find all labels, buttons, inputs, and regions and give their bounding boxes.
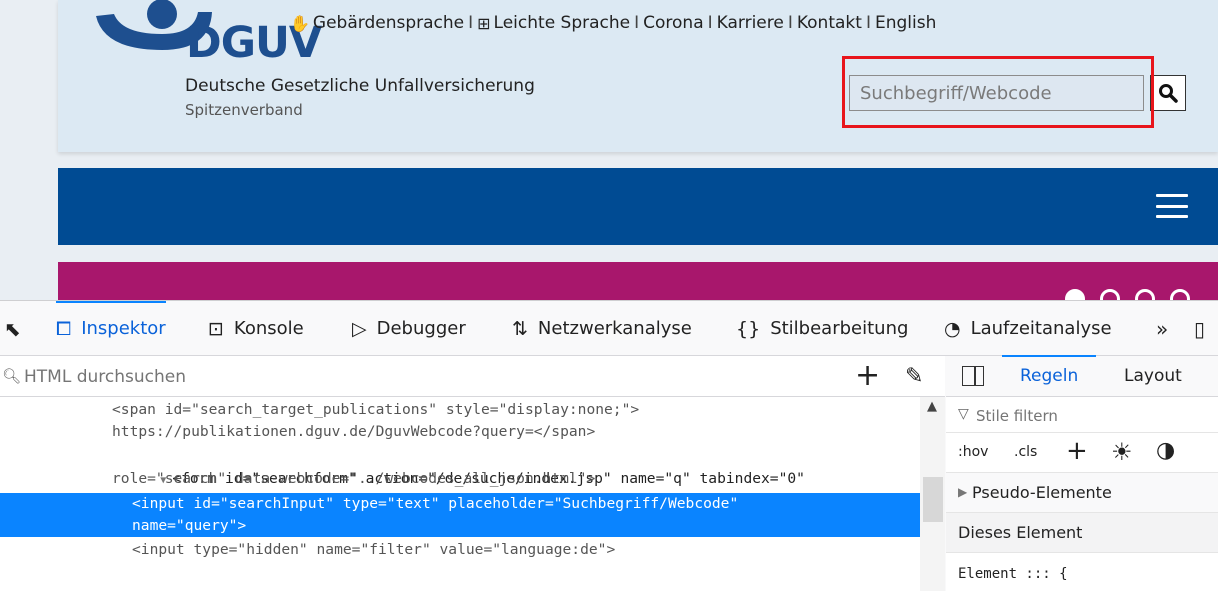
tab-label: Debugger xyxy=(376,318,466,339)
top-links: ✋ Gebärdensprache I ⊞ Leichte Sprache I … xyxy=(290,13,936,33)
tab-label: Konsole xyxy=(233,318,304,339)
tab-netzwerkanalyse[interactable]: ⇅ Netzwerkanalyse xyxy=(512,301,692,356)
tab-regeln[interactable]: Regeln xyxy=(1001,355,1097,386)
add-node-icon[interactable]: + xyxy=(855,358,880,394)
easy-language-icon: ⊞ xyxy=(477,13,491,33)
sign-language-icon: ✋ xyxy=(290,13,310,33)
element-label: Dieses Element xyxy=(958,523,1083,542)
rules-toolbar: :hov .cls + ☀ ◑ xyxy=(946,433,1218,473)
tab-laufzeitanalyse[interactable]: ◔ Laufzeitanalyse xyxy=(944,301,1112,356)
html-search-input[interactable] xyxy=(0,364,800,390)
search-button[interactable] xyxy=(1150,75,1186,111)
markup-line[interactable]: https://publikationen.dguv.de/DguvWebcod… xyxy=(0,421,920,443)
tab-label: Inspektor xyxy=(81,318,166,339)
markup-line[interactable]: <input type="hidden" name="filter" value… xyxy=(0,539,920,561)
scroll-up-icon[interactable]: ▲ xyxy=(927,399,937,414)
rules-pane: Regeln Layout ▽ :hov .cls + ☀ ◑ ▶ Pseudo… xyxy=(946,355,1218,591)
markup-line[interactable]: role="search" data-webcode="../webcodes_… xyxy=(0,468,920,490)
tab-inspector[interactable]: ⧠ Inspektor xyxy=(56,301,166,356)
link-kontakt[interactable]: Kontakt xyxy=(797,13,862,33)
tab-label: Laufzeitanalyse xyxy=(970,318,1112,339)
devtools-toolbar: ⬉ ⧠ Inspektor ⊡ Konsole ▷ Debugger ⇅ Net… xyxy=(0,301,1218,356)
hov-toggle[interactable]: :hov xyxy=(958,444,988,460)
tab-layout[interactable]: Layout xyxy=(1124,366,1182,386)
link-gebaerdensprache[interactable]: Gebärdensprache xyxy=(313,13,464,33)
markup-scrollbar[interactable]: ▲ xyxy=(920,397,945,591)
markup-line-selected[interactable]: <input id="searchInput" type="text" plac… xyxy=(0,493,920,515)
element-rule: Element ::: { xyxy=(958,566,1068,582)
hero-banner xyxy=(58,262,1218,300)
markup-tree: <span id="search_target_publications" st… xyxy=(0,397,920,591)
debugger-icon: ▷ xyxy=(352,317,367,340)
tab-stilbearbeitung[interactable]: {} Stilbearbeitung xyxy=(736,301,908,356)
expand-arrow-icon: ▶ xyxy=(958,485,968,499)
eyedropper-icon[interactable]: ✎ xyxy=(905,364,923,389)
console-icon: ⊡ xyxy=(208,317,224,340)
tab-label: Netzwerkanalyse xyxy=(537,318,692,339)
rules-tabs: Regeln Layout xyxy=(946,355,1218,397)
html-search-bar: 🔍︎ + ✎ xyxy=(0,356,945,397)
devtools-panel: ⬉ ⧠ Inspektor ⊡ Konsole ▷ Debugger ⇅ Net… xyxy=(0,300,1218,591)
dock-options-icon[interactable]: ▯ xyxy=(1194,301,1205,356)
org-name: Deutsche Gesetzliche Unfallversicherung xyxy=(185,76,535,96)
cls-toggle[interactable]: .cls xyxy=(1014,444,1037,460)
link-english[interactable]: English xyxy=(875,13,936,33)
link-corona[interactable]: Corona xyxy=(643,13,703,33)
link-separator: I xyxy=(707,13,713,33)
toggle-sidebar-icon[interactable] xyxy=(962,366,984,386)
link-separator: I xyxy=(865,13,871,33)
link-separator: I xyxy=(634,13,640,33)
filter-icon: ▽ xyxy=(958,406,969,422)
tab-konsole[interactable]: ⊡ Konsole xyxy=(208,301,304,356)
pseudo-elements-toggle[interactable]: ▶ Pseudo-Elemente xyxy=(946,473,1218,513)
link-separator: I xyxy=(787,13,793,33)
markup-line-selected[interactable]: name="query"> xyxy=(0,515,920,537)
hamburger-menu-icon[interactable] xyxy=(1156,194,1188,218)
network-icon: ⇅ xyxy=(512,317,528,340)
add-rule-icon[interactable]: + xyxy=(1066,436,1088,466)
style-filter-row: ▽ xyxy=(946,397,1218,433)
markup-pane: 🔍︎ + ✎ <span id="search_target_publicati… xyxy=(0,356,945,591)
site-search-input[interactable] xyxy=(849,75,1144,111)
light-scheme-icon[interactable]: ☀ xyxy=(1111,438,1133,466)
pick-element-icon[interactable]: ⬉ xyxy=(4,301,21,356)
performance-icon: ◔ xyxy=(944,317,961,340)
scroll-thumb[interactable] xyxy=(923,477,943,522)
link-separator: I xyxy=(468,13,474,33)
markup-line[interactable]: <span id="search_target_publications" st… xyxy=(0,399,920,421)
dark-scheme-icon[interactable]: ◑ xyxy=(1156,438,1175,463)
pseudo-label: Pseudo-Elemente xyxy=(972,483,1112,502)
org-subtitle: Spitzenverband xyxy=(185,101,303,119)
inspector-icon: ⧠ xyxy=(56,317,72,340)
webpage-viewport: DGUV Deutsche Gesetzliche Unfallversiche… xyxy=(0,0,1218,300)
style-editor-icon: {} xyxy=(736,317,761,340)
markup-line-form[interactable]: ▼ <form id="searchform" action="/de/such… xyxy=(0,446,920,487)
link-leichte-sprache[interactable]: Leichte Sprache xyxy=(494,13,631,33)
link-karriere[interactable]: Karriere xyxy=(717,13,784,33)
more-tabs-icon[interactable]: » xyxy=(1156,301,1168,356)
tab-debugger[interactable]: ▷ Debugger xyxy=(352,301,466,356)
tab-label: Stilbearbeitung xyxy=(770,318,909,339)
search-icon xyxy=(1159,84,1178,103)
main-navbar xyxy=(58,168,1218,245)
style-filter-input[interactable] xyxy=(976,405,1196,427)
this-element-header: Dieses Element xyxy=(946,513,1218,553)
